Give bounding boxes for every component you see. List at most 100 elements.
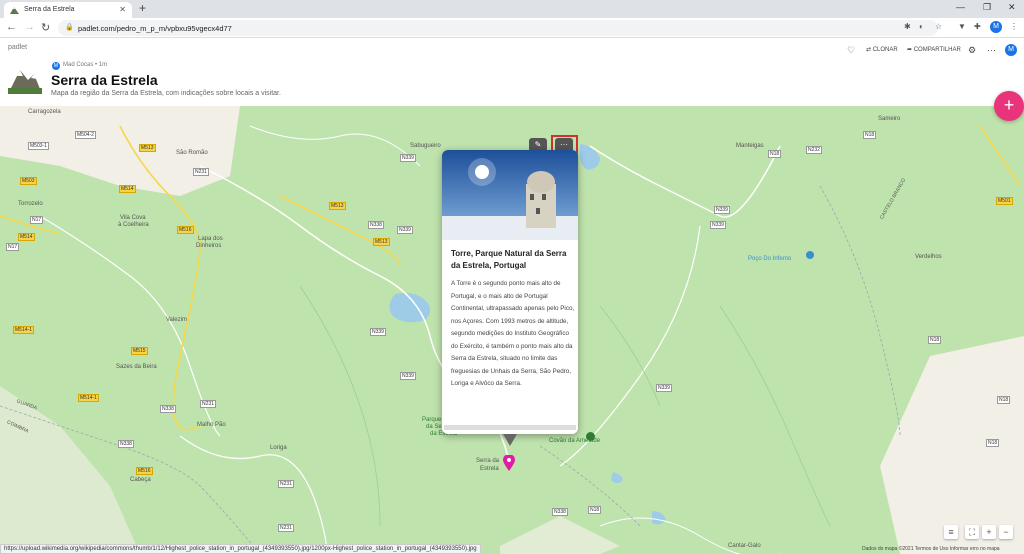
zoom-in-button[interactable]: + (982, 525, 996, 539)
bookmark-star-icon[interactable]: ☆ (935, 22, 942, 31)
place-label: Cabeça (130, 477, 151, 483)
road-shield: M516 (177, 226, 194, 234)
place-label: São Romão (176, 150, 208, 156)
mountain-favicon-icon (10, 7, 19, 14)
place-label: Dinheiros (196, 243, 222, 249)
road-shield: N231 (200, 400, 216, 408)
road-shield: N231 (278, 524, 294, 532)
road-shield: M504-2 (75, 131, 96, 139)
water-poi-icon[interactable] (806, 251, 814, 259)
map-pin-icon[interactable] (503, 455, 515, 471)
place-label: Poço Do Inferno (748, 256, 792, 262)
padlet-thumbnail (8, 70, 42, 94)
place-label: Sazes da Beira (116, 364, 157, 370)
padlet-header: padlet M Mad Cocas • 1m Serra da Estrela… (0, 38, 1024, 106)
place-label: Cantar-Galo (728, 543, 761, 549)
road-shield: M501 (996, 197, 1013, 205)
road-shield: N338 (368, 221, 384, 229)
post-title: Torre, Parque Natural da Serra da Estrel… (451, 249, 567, 270)
extension-icon[interactable]: ▼ (958, 22, 966, 31)
reload-icon[interactable]: ↻ (41, 21, 50, 34)
road-shield: N339 (370, 328, 386, 336)
more-icon[interactable]: ··· (987, 45, 996, 55)
road-shield: M515 (131, 347, 148, 355)
road-shield: N18 (588, 506, 602, 514)
road-shield: N18 (928, 336, 942, 344)
road-shield: N18 (768, 150, 782, 158)
road-shield: M514 (18, 233, 35, 241)
map-attribution[interactable]: Dados do mapa ©2021 Termos de Uso Inform… (862, 546, 1000, 552)
padlet-logo[interactable]: padlet (8, 44, 27, 51)
author-avatar: M (52, 62, 60, 70)
user-avatar[interactable]: M (1005, 44, 1017, 56)
road-shield: N339 (400, 372, 416, 380)
place-label: à Coelheira (118, 222, 149, 228)
browser-tab[interactable]: Serra da Estrela ✕ (4, 2, 132, 18)
forward-icon[interactable]: → (24, 21, 35, 33)
restore-button[interactable]: ❐ (983, 2, 991, 13)
tab-title: Serra da Estrela (24, 6, 75, 13)
place-label: Serra da (476, 458, 500, 464)
puzzle-icon[interactable]: ✚ (974, 22, 981, 31)
road-shield: N18 (997, 396, 1011, 404)
road-shield: N338 (118, 440, 134, 448)
clone-button[interactable]: ⇄ CLONAR (866, 46, 898, 53)
lock-icon: 🔒 (65, 24, 74, 31)
road-shield: M514 (119, 185, 136, 193)
menu-dots-icon[interactable]: ⋮ (1010, 22, 1018, 31)
road-shield: N18 (986, 439, 1000, 447)
heart-icon[interactable]: ♡ (847, 45, 855, 56)
post-image (442, 150, 578, 240)
road-shield: N339 (400, 154, 416, 162)
road-shield: M514-1 (78, 394, 99, 402)
road-shield: M513 (139, 144, 156, 152)
place-label: Torrozelo (18, 201, 43, 207)
page-title: Serra da Estrela (51, 72, 158, 88)
card-pointer (503, 434, 517, 446)
profile-avatar[interactable]: M (990, 21, 1002, 33)
post-card[interactable]: Torre, Parque Natural da Serra da Estrel… (442, 150, 578, 434)
road-shield: M514-1 (13, 326, 34, 334)
place-label: Verdelhos (915, 254, 942, 260)
place-label: Lapa dos (198, 236, 223, 242)
fullscreen-button[interactable]: ⛶ (965, 525, 979, 539)
place-label: Parque (422, 417, 442, 423)
new-tab-button[interactable]: + (139, 1, 146, 15)
browser-tabbar: Serra da Estrela ✕ + — ❐ ✕ (0, 0, 1024, 18)
zoom-out-button[interactable]: − (999, 525, 1013, 539)
park-poi-icon[interactable] (586, 432, 595, 441)
place-label: Carragozela (28, 109, 61, 115)
author-line: Mad Cocas • 1m (63, 62, 108, 68)
add-post-button[interactable]: + (994, 91, 1024, 121)
road-shield: N231 (193, 168, 209, 176)
minimize-button[interactable]: — (956, 2, 965, 12)
extension-icon[interactable]: ◐ (919, 22, 924, 31)
road-shield: N338 (552, 508, 568, 516)
place-label: Loriga (270, 445, 287, 451)
card-scrollbar[interactable] (444, 425, 576, 430)
place-label: Valezim (166, 317, 187, 323)
gear-icon[interactable]: ⚙ (968, 45, 976, 56)
place-label: Manteigas (736, 143, 764, 149)
road-shield: M503-1 (28, 142, 49, 150)
url-text: padlet.com/pedro_m_p_m/vpbxu95vgecx4d77 (78, 24, 232, 33)
share-label: COMPARTILHAR (913, 47, 961, 53)
tab-close-icon[interactable]: ✕ (119, 5, 126, 14)
road-shield: N339 (714, 206, 730, 214)
road-shield: N339 (656, 384, 672, 392)
road-shield: M513 (373, 238, 390, 246)
place-label: Sameiro (878, 116, 901, 122)
road-shield: N17 (30, 216, 44, 224)
road-shield: N338 (160, 405, 176, 413)
road-shield: N232 (806, 146, 822, 154)
extension-icon[interactable]: ✱ (904, 22, 911, 31)
close-window-button[interactable]: ✕ (1008, 2, 1016, 13)
road-shield: N17 (6, 243, 20, 251)
map-layers-button[interactable]: ≡ (944, 525, 958, 539)
road-shield: M516 (136, 467, 153, 475)
url-field[interactable]: 🔒 padlet.com/pedro_m_p_m/vpbxu95vgecx4d7… (58, 20, 938, 36)
back-icon[interactable]: ← (6, 21, 17, 33)
road-shield: N231 (278, 480, 294, 488)
share-button[interactable]: ➦ COMPARTILHAR (907, 46, 961, 53)
road-shield: N18 (863, 131, 877, 139)
